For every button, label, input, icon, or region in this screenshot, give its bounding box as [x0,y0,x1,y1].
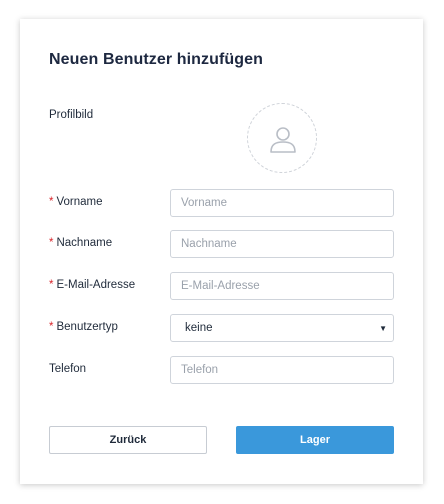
email-input[interactable] [170,272,394,300]
required-marker: * [49,279,54,291]
phone-label: Telefon [49,363,86,375]
dialog-title: Neuen Benutzer hinzufügen [49,51,264,68]
add-user-dialog: Neuen Benutzer hinzufügen Profilbild * Vo… [20,19,423,484]
email-label-text: E-Mail-Adresse [56,279,136,291]
first-name-label: * Vorname [49,196,103,208]
last-name-label-text: Nachname [56,237,113,249]
profile-picture-label-text: Profilbild [49,109,94,121]
phone-input[interactable] [170,356,394,384]
first-name-label-text: Vorname [56,196,103,208]
user-type-label: * Benutzertyp [49,321,118,333]
chevron-down-icon: ▼ [379,324,387,333]
first-name-input[interactable] [170,189,394,217]
user-type-selected-value: keine [185,322,213,334]
profile-picture-label: Profilbild [49,109,93,121]
required-marker: * [49,237,54,249]
user-type-label-text: Benutzertyp [56,321,118,333]
back-button[interactable]: Zurück [49,426,207,454]
phone-label-text: Telefon [49,363,87,375]
save-button[interactable]: Lager [236,426,394,454]
last-name-label: * Nachname [49,237,112,249]
email-label: * E-Mail-Adresse [49,279,135,291]
user-type-select[interactable]: keine ▼ [170,314,394,342]
last-name-input[interactable] [170,230,394,258]
required-marker: * [49,321,54,333]
user-icon [270,127,296,153]
required-marker: * [49,196,54,208]
profile-picture-upload[interactable] [247,103,317,173]
